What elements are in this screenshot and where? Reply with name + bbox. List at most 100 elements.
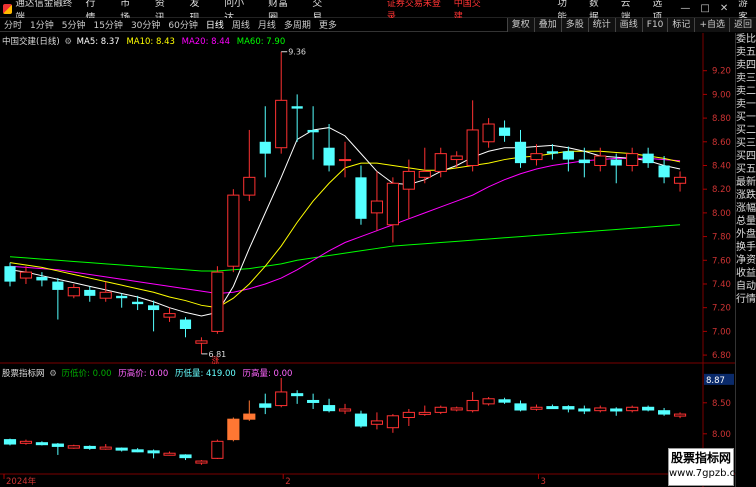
y-tick-label: 7.80 — [712, 233, 731, 243]
y-tick-label: 7.20 — [712, 304, 731, 314]
sub-bar — [514, 403, 527, 411]
kline-chart-area[interactable]: 中国交建(日线) ⚙ MA5: 8.37 MA10: 8.43 MA20: 8.… — [0, 33, 735, 487]
sub-bar — [307, 399, 320, 403]
sub-bar — [259, 403, 272, 408]
side-label: 卖二 — [736, 86, 756, 97]
tab-30min[interactable]: 30分钟 — [127, 18, 164, 31]
sub-bar — [322, 405, 336, 412]
candle-body — [673, 176, 687, 184]
sub-bar — [19, 440, 33, 444]
sub-bar — [658, 410, 671, 415]
candle-body — [211, 271, 224, 332]
sub-bar — [498, 399, 511, 403]
sub-bar — [626, 406, 639, 412]
side-label: 买五 — [736, 164, 756, 175]
btn-fuquan[interactable]: 复权 — [506, 17, 534, 32]
tab-daily[interactable]: 日线 — [202, 18, 228, 31]
side-label: 委比 — [736, 34, 756, 45]
y-tick-label: 7.40 — [712, 280, 731, 290]
btn-tongji[interactable]: 统计 — [587, 17, 615, 32]
sub-bar — [338, 408, 352, 412]
sub-y-tick-label: 8.00 — [712, 430, 731, 440]
minimize-icon[interactable]: — — [680, 3, 690, 14]
candle-body — [243, 176, 256, 196]
candle-body — [52, 281, 64, 290]
btn-biaoji[interactable]: 标记 — [667, 17, 695, 32]
sub-bar — [275, 391, 288, 407]
sub-bar — [673, 413, 687, 417]
candle-body — [546, 151, 559, 154]
sub-bar — [642, 406, 655, 411]
side-label: 外盘 — [736, 229, 756, 240]
x-tick-label: 2 — [285, 477, 290, 487]
tab-weekly[interactable]: 周线 — [228, 18, 254, 31]
watermark: 股票指标网 www.7gpzb.com — [668, 448, 751, 486]
title-bar: 通达信金融终端 行情 市场 资讯 发现 问小达 财富圈 交易 证券交易未登录 中… — [0, 0, 756, 24]
high-label: 9.36 — [288, 48, 306, 57]
close-icon[interactable]: ✕ — [720, 3, 728, 14]
sub-bar — [147, 450, 160, 454]
sub-bar — [51, 443, 64, 447]
candle-body — [307, 129, 319, 133]
y-tick-label: 8.80 — [712, 114, 731, 124]
sub-bar — [195, 460, 208, 464]
sub-bar — [3, 439, 17, 445]
y-tick-label: 7.60 — [712, 256, 731, 266]
app-logo-icon — [3, 3, 13, 14]
sub-bar — [227, 418, 240, 441]
candle-body — [610, 159, 622, 166]
candle-body — [275, 99, 288, 149]
candle-body — [227, 194, 240, 267]
side-label: 买二 — [736, 125, 756, 136]
side-label: 买四 — [736, 151, 756, 162]
candle-body — [450, 155, 463, 161]
maximize-icon[interactable]: □ — [700, 3, 709, 14]
tab-monthly[interactable]: 月线 — [254, 18, 280, 31]
btn-huaxian[interactable]: 画线 — [614, 17, 642, 32]
tab-more[interactable]: 更多 — [315, 18, 341, 31]
candle-body — [147, 305, 160, 311]
tab-1min[interactable]: 1分钟 — [26, 18, 58, 31]
sub-bar — [450, 407, 463, 411]
y-tick-label: 9.00 — [712, 90, 731, 100]
sub-bar — [115, 447, 128, 451]
sub-bar — [291, 393, 304, 397]
side-label: 收益 — [736, 268, 756, 279]
candle-body — [482, 123, 495, 143]
zhang-marker: 涨 — [211, 355, 219, 365]
tab-60min[interactable]: 60分钟 — [164, 18, 201, 31]
y-tick-label: 8.40 — [712, 161, 731, 171]
btn-f10[interactable]: F10 — [641, 17, 668, 32]
candle-body — [67, 287, 80, 297]
sub-bar — [370, 420, 384, 425]
candle-body — [4, 266, 16, 282]
side-label[interactable]: 自动 — [736, 280, 756, 293]
btn-back[interactable]: 返回 — [728, 17, 756, 32]
side-label: 买一 — [736, 112, 756, 123]
candle-body — [402, 170, 415, 190]
btn-duogu[interactable]: 多股 — [560, 17, 588, 32]
side-label[interactable]: 行情 — [736, 293, 756, 306]
tab-15min[interactable]: 15分钟 — [89, 18, 126, 31]
tab-fenshi[interactable]: 分时 — [0, 18, 26, 31]
sub-bar — [179, 454, 192, 459]
quote-side-panel: 委比 卖五 卖四 卖三 卖二 卖一 买一 买二 买三 买四 买五 最新 涨跌 涨幅 总量 外盘 换手 净资 收益 自动… — [735, 33, 756, 487]
candle-body — [514, 141, 527, 164]
tab-multi-period[interactable]: 多周期 — [280, 18, 315, 31]
sub-current-label: 8.87 — [706, 376, 725, 386]
candle-body — [99, 291, 112, 299]
candle-body — [498, 127, 511, 136]
side-label: 涨幅 — [736, 203, 756, 214]
sub-bar — [594, 407, 607, 412]
candle-body — [291, 106, 303, 109]
sub-bar — [562, 406, 575, 410]
sub-bar — [402, 411, 415, 418]
btn-diejia[interactable]: 叠加 — [533, 17, 561, 32]
tab-5min[interactable]: 5分钟 — [58, 18, 90, 31]
y-tick-label: 9.20 — [712, 67, 731, 77]
candle-body — [19, 271, 33, 279]
btn-add-favorite[interactable]: +自选 — [694, 17, 729, 32]
y-tick-label: 8.00 — [712, 209, 731, 219]
candle-body — [530, 153, 543, 161]
sub-y-tick-label: 8.50 — [712, 399, 731, 409]
